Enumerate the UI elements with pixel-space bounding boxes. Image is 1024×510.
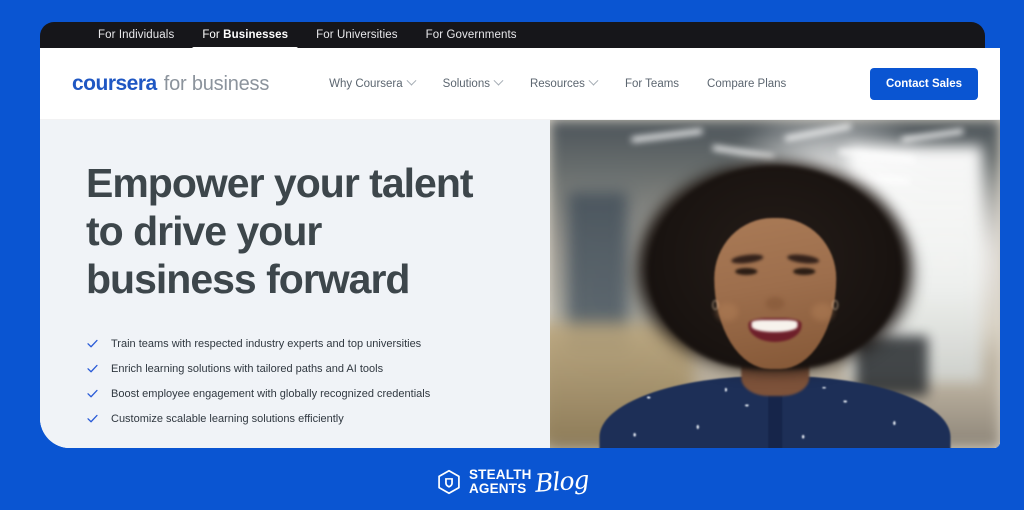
watermark: STEALTH AGENTS Blog bbox=[0, 465, 1024, 498]
tab-for-governments[interactable]: For Governments bbox=[412, 22, 531, 48]
tab-label-prefix: For bbox=[202, 29, 224, 41]
eyebrow-right bbox=[786, 252, 820, 265]
nav-label: Resources bbox=[529, 77, 585, 90]
tab-label-prefix: For bbox=[98, 29, 119, 41]
hero-benefit-list: Train teams with respected industry expe… bbox=[86, 338, 520, 427]
hero-copy-panel: Empower your talent to drive your busine… bbox=[40, 120, 550, 448]
eye-right bbox=[793, 268, 816, 275]
watermark-wordmark: STEALTH AGENTS bbox=[468, 467, 532, 496]
hero-image-panel bbox=[550, 120, 1000, 448]
benefit-text: Customize scalable learning solutions ef… bbox=[111, 413, 344, 426]
nav-label: Compare Plans bbox=[707, 77, 787, 90]
hero-photo bbox=[550, 120, 1000, 448]
page-card: coursera for business Why Coursera Solut… bbox=[40, 48, 1000, 448]
tab-for-universities[interactable]: For Universities bbox=[302, 22, 412, 48]
check-icon bbox=[87, 364, 98, 373]
tab-label-strong: Businesses bbox=[223, 29, 289, 41]
audience-tabbar: For Individuals For Businesses For Unive… bbox=[40, 22, 985, 50]
list-item: Enrich learning solutions with tailored … bbox=[86, 363, 520, 376]
benefit-text: Enrich learning solutions with tailored … bbox=[111, 363, 384, 376]
nav-item-resources[interactable]: Resources bbox=[529, 75, 599, 90]
benefit-text: Boost employee engagement with globally … bbox=[111, 388, 431, 401]
smiling-mouth bbox=[748, 317, 802, 343]
check-icon bbox=[87, 390, 98, 398]
browser-mockup: For Individuals For Businesses For Unive… bbox=[40, 22, 1000, 448]
nose bbox=[765, 296, 785, 311]
nav-item-solutions[interactable]: Solutions bbox=[442, 75, 504, 90]
tab-label-prefix: For bbox=[425, 29, 447, 41]
teeth bbox=[752, 319, 798, 333]
coursera-logo[interactable]: coursera for business bbox=[72, 72, 269, 96]
tab-for-individuals[interactable]: For Individuals bbox=[84, 22, 188, 48]
nav-item-compare-plans[interactable]: Compare Plans bbox=[707, 78, 786, 90]
person-portrait bbox=[550, 120, 1000, 448]
hero-section: Empower your talent to drive your busine… bbox=[40, 120, 1000, 448]
logo-brand-text: coursera bbox=[72, 71, 157, 95]
chevron-down-icon bbox=[493, 75, 504, 86]
logo-suffix-text: for business bbox=[163, 72, 270, 95]
nav-item-why-coursera[interactable]: Why Coursera bbox=[329, 75, 417, 90]
eye-left bbox=[734, 268, 757, 275]
benefit-text: Train teams with respected industry expe… bbox=[111, 337, 422, 350]
stealth-agents-hexagon-icon bbox=[438, 469, 460, 494]
tab-label-strong: Governments bbox=[446, 29, 517, 41]
nav-label: Why Coursera bbox=[329, 77, 403, 90]
main-navigation: Why Coursera Solutions Resources For Tea… bbox=[329, 75, 786, 90]
list-item: Boost employee engagement with globally … bbox=[86, 388, 520, 401]
tab-label-prefix: For bbox=[316, 29, 337, 41]
check-icon bbox=[87, 339, 98, 348]
site-header: coursera for business Why Coursera Solut… bbox=[40, 48, 1000, 120]
chevron-down-icon bbox=[588, 75, 599, 86]
check-icon bbox=[87, 415, 98, 423]
chevron-down-icon bbox=[406, 75, 417, 86]
nav-label: For Teams bbox=[624, 77, 680, 90]
hero-headline: Empower your talent to drive your busine… bbox=[86, 160, 474, 302]
tab-for-businesses[interactable]: For Businesses bbox=[188, 22, 302, 50]
earring-left bbox=[711, 299, 718, 311]
nav-item-for-teams[interactable]: For Teams bbox=[625, 78, 679, 90]
eyebrow-left bbox=[730, 252, 764, 265]
watermark-blog-script: Blog bbox=[533, 465, 589, 498]
earring-right bbox=[832, 299, 839, 311]
watermark-line-2: AGENTS bbox=[468, 480, 527, 496]
cheek-left bbox=[716, 302, 739, 321]
tab-label-strong: Universities bbox=[336, 29, 398, 41]
list-item: Train teams with respected industry expe… bbox=[86, 338, 520, 351]
watermark-line-1: STEALTH bbox=[468, 467, 532, 483]
cheek-right bbox=[811, 302, 834, 321]
tab-label-strong: Individuals bbox=[118, 29, 175, 41]
contact-sales-button[interactable]: Contact Sales bbox=[869, 67, 978, 100]
list-item: Customize scalable learning solutions ef… bbox=[86, 413, 520, 426]
nav-label: Solutions bbox=[442, 77, 490, 90]
